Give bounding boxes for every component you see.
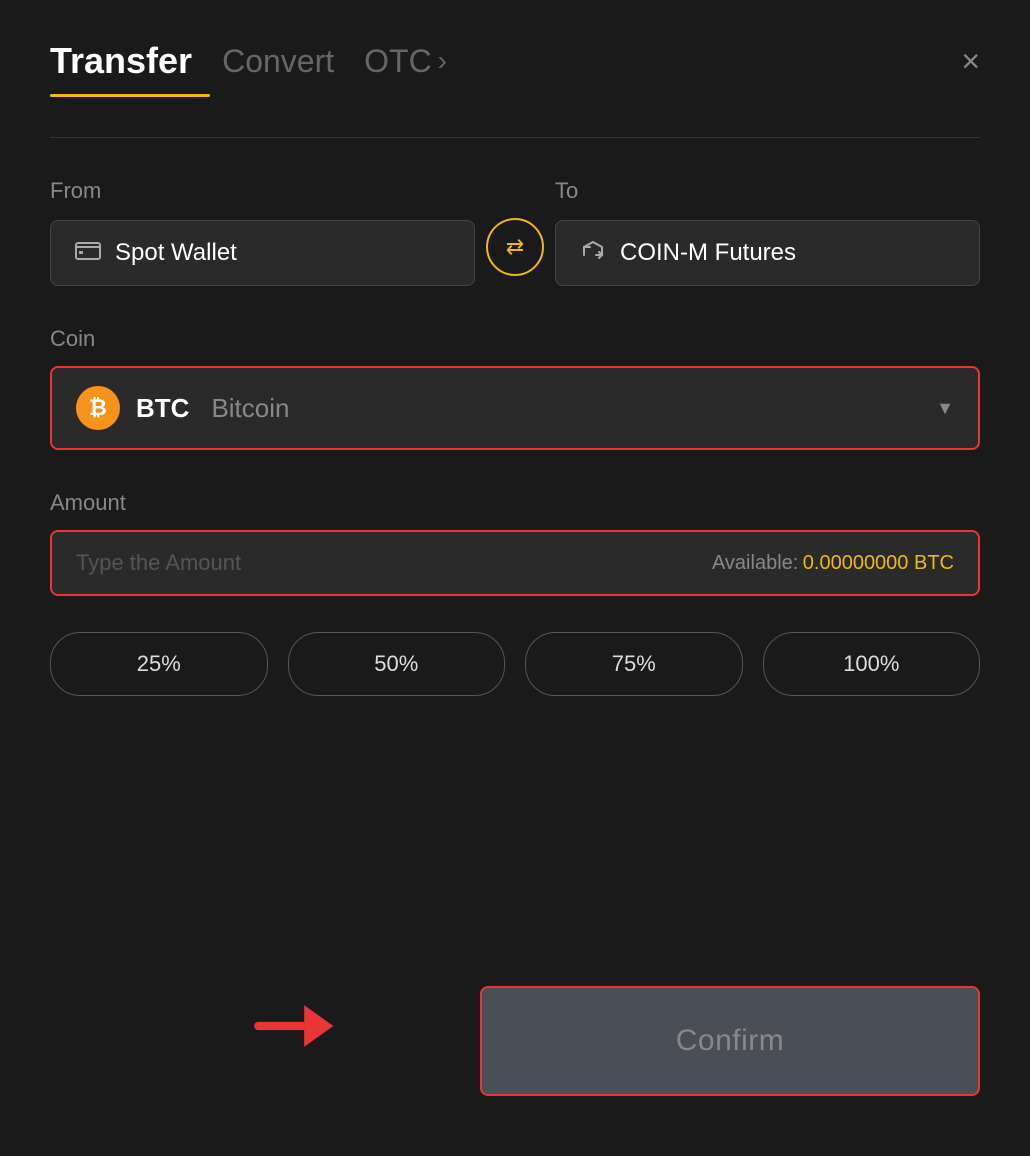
to-column: To COIN-M Futures [555,178,980,286]
swap-button[interactable]: ⇄ [486,218,544,276]
tab-otc[interactable]: OTC › [364,43,447,80]
coin-full-name: Bitcoin [211,393,289,424]
pct-25-button[interactable]: 25% [50,632,268,696]
swap-container: ⇄ [475,218,555,286]
tab-convert[interactable]: Convert [222,43,334,80]
from-wallet-selector[interactable]: Spot Wallet [50,220,475,286]
available-label: Available: [712,552,798,574]
percentage-buttons: 25% 50% 75% 100% [50,632,980,696]
pct-50-button[interactable]: 50% [288,632,506,696]
tab-transfer[interactable]: Transfer [50,40,192,82]
section-divider [50,137,980,138]
transfer-modal: Transfer Convert OTC › × From Spot Walle… [0,0,1030,1156]
to-wallet-selector[interactable]: COIN-M Futures [555,220,980,286]
from-column: From Spot Wallet [50,178,475,286]
chevron-down-icon: ▼ [936,398,954,419]
available-value: 0.00000000 BTC [803,552,954,574]
wallet-icon [75,240,101,266]
confirm-button[interactable]: Confirm [480,986,980,1096]
available-info: Available: 0.00000000 BTC [712,552,954,575]
to-label: To [555,178,980,204]
swap-icon: ⇄ [506,234,524,260]
tab-underline [50,94,210,97]
coin-symbol: BTC [136,393,189,424]
from-label: From [50,178,475,204]
amount-label: Amount [50,490,980,516]
amount-input-wrapper[interactable]: Type the Amount Available: 0.00000000 BT… [50,530,980,596]
futures-icon [580,239,606,267]
coin-label: Coin [50,326,980,352]
pct-75-button[interactable]: 75% [525,632,743,696]
chevron-right-icon: › [438,45,447,77]
from-to-section: From Spot Wallet ⇄ To [50,178,980,286]
amount-placeholder: Type the Amount [76,550,241,576]
pct-100-button[interactable]: 100% [763,632,981,696]
btc-icon: ₿ [76,386,120,430]
close-button[interactable]: × [961,45,980,77]
from-wallet-label: Spot Wallet [115,239,237,267]
modal-header: Transfer Convert OTC › × [50,40,980,82]
coin-section: Coin ₿ BTC Bitcoin ▼ [50,326,980,450]
arrow-indicator [250,981,350,1076]
coin-selector[interactable]: ₿ BTC Bitcoin ▼ [50,366,980,450]
bottom-area: Confirm [50,966,980,1096]
amount-section: Amount Type the Amount Available: 0.0000… [50,490,980,596]
to-wallet-label: COIN-M Futures [620,239,796,267]
